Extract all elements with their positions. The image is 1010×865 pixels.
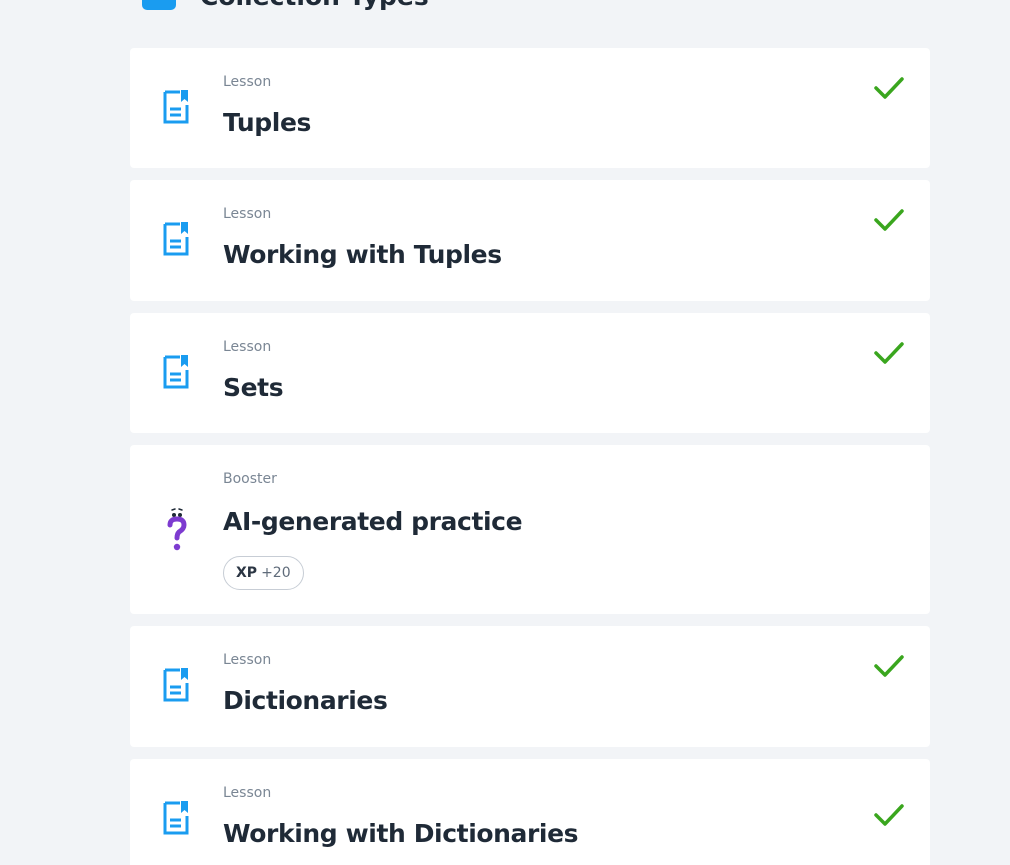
booster-card-ai-practice[interactable]: Booster AI-generated practice XP +20 [130, 445, 930, 614]
lesson-card-dictionaries[interactable]: Lesson Dictionaries [130, 626, 930, 747]
question-mark-icon [167, 508, 187, 551]
lesson-card-tuples[interactable]: Lesson Tuples [130, 48, 930, 168]
section-title: Collection Types [200, 0, 429, 10]
section-icon [142, 0, 176, 10]
checkmark-icon [874, 209, 904, 231]
card-type-label: Lesson [223, 206, 272, 222]
xp-label: XP [236, 565, 258, 581]
card-type-label: Lesson [223, 652, 272, 668]
checkmark-icon [874, 655, 904, 677]
card-title: AI-generated practice [223, 507, 523, 536]
card-title: Working with Dictionaries [223, 819, 579, 848]
card-type-label: Lesson [223, 785, 272, 801]
card-title: Tuples [223, 108, 312, 137]
lesson-document-icon [163, 355, 189, 389]
card-title: Working with Tuples [223, 240, 502, 269]
xp-value: +20 [261, 565, 291, 581]
lesson-document-icon [163, 90, 189, 124]
card-type-label: Lesson [223, 74, 272, 90]
section-header: Collection Types [142, 0, 429, 10]
card-title: Sets [223, 373, 284, 402]
course-page: Collection Types Lesson Tuples Lesson Wo… [0, 0, 1010, 865]
xp-badge: XP +20 [223, 556, 304, 590]
checkmark-icon [874, 804, 904, 826]
lesson-document-icon [163, 222, 189, 256]
card-type-label: Booster [223, 471, 277, 487]
lesson-card-working-with-tuples[interactable]: Lesson Working with Tuples [130, 180, 930, 301]
card-type-label: Lesson [223, 339, 272, 355]
checkmark-icon [874, 342, 904, 364]
checkmark-icon [874, 77, 904, 99]
lesson-card-working-with-dictionaries[interactable]: Lesson Working with Dictionaries [130, 759, 930, 865]
lesson-document-icon [163, 801, 189, 835]
lesson-document-icon [163, 668, 189, 702]
card-title: Dictionaries [223, 686, 388, 715]
lesson-card-sets[interactable]: Lesson Sets [130, 313, 930, 433]
